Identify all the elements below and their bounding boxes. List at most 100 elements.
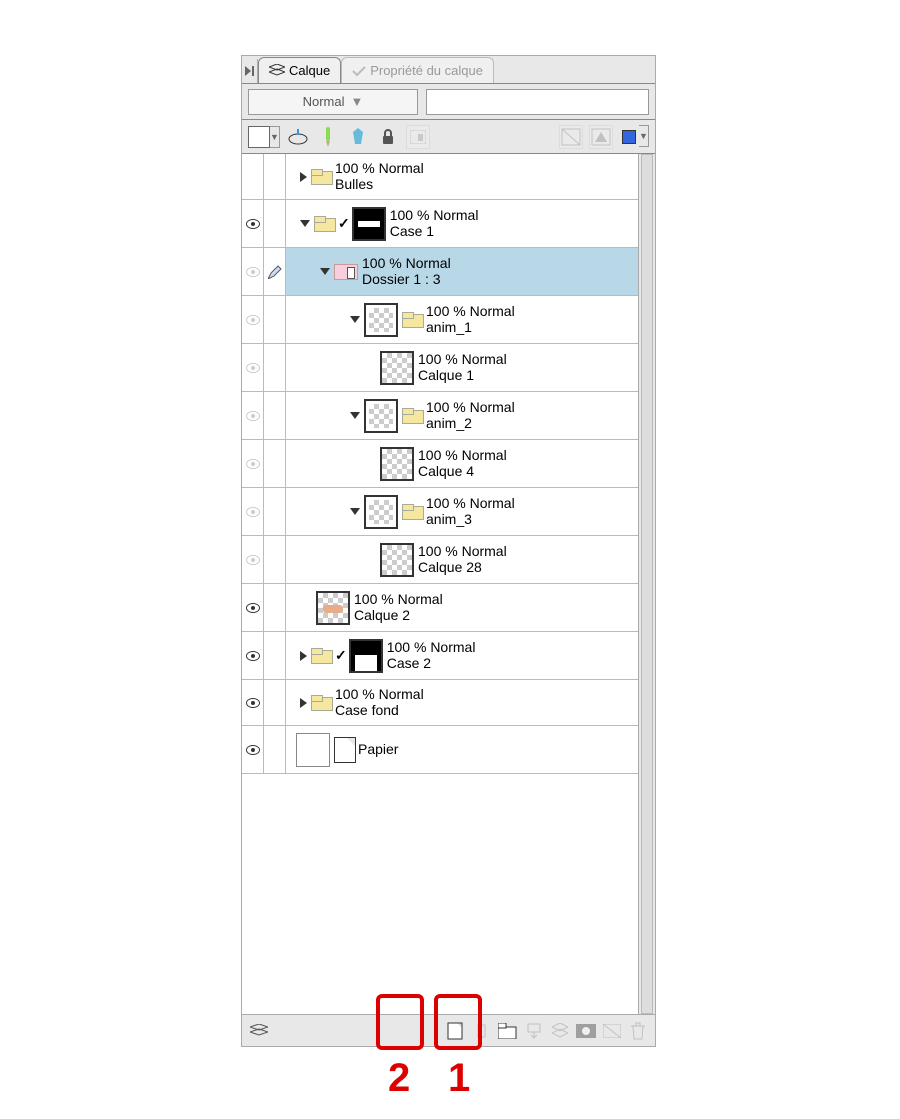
expand-icon[interactable] [300, 172, 307, 182]
delete-layer-button[interactable] [627, 1020, 649, 1042]
visibility-toggle[interactable] [242, 726, 264, 773]
layer-thumbnail [349, 639, 383, 673]
layer-opacity: 100 % Normal [335, 687, 424, 702]
transfer-down-button[interactable] [523, 1020, 545, 1042]
lock-toggle[interactable] [264, 488, 286, 535]
collapse-icon[interactable] [300, 220, 310, 227]
blend-mode-dropdown[interactable]: Normal ▼ [248, 89, 418, 115]
collapse-icon[interactable] [350, 508, 360, 515]
layer-row-casefond[interactable]: 100 % Normal Case fond [242, 680, 638, 726]
lock-toggle[interactable] [264, 680, 286, 725]
layer-name: Dossier 1 : 3 [362, 272, 451, 287]
lock-toggle[interactable] [264, 536, 286, 583]
eye-icon [246, 698, 260, 708]
clip-mask-icon[interactable] [286, 125, 310, 149]
visibility-toggle[interactable] [242, 296, 264, 343]
folder-icon [402, 504, 422, 520]
tab-inactive[interactable]: Propriété du calque [341, 57, 494, 83]
enable-mask-icon[interactable] [406, 125, 430, 149]
lock-toggle[interactable] [264, 154, 286, 199]
layer-thumbnail [380, 351, 414, 385]
layer-row-calque1[interactable]: 100 % Normal Calque 1 [242, 344, 638, 392]
lock-toggle[interactable] [264, 726, 286, 773]
scrollbar[interactable] [639, 154, 655, 1014]
folder-icon [402, 312, 422, 328]
create-mask-button[interactable] [575, 1020, 597, 1042]
collapse-icon[interactable] [350, 316, 360, 323]
layer-row-case1[interactable]: ✓ 100 % Normal Case 1 [242, 200, 638, 248]
layer-name: Case 1 [390, 224, 479, 239]
apply-mask-button[interactable] [601, 1020, 623, 1042]
folder-icon [314, 216, 334, 232]
visibility-toggle[interactable] [242, 584, 264, 631]
palette-color-swatch[interactable] [248, 126, 270, 148]
layer-thumbnail [352, 207, 386, 241]
layer-opacity: 100 % Normal [418, 352, 507, 367]
reference-layer-icon[interactable] [316, 125, 340, 149]
expand-icon[interactable] [300, 651, 307, 661]
draft-layer-icon[interactable] [346, 125, 370, 149]
visibility-toggle[interactable] [242, 440, 264, 487]
layers-stack-icon [269, 64, 285, 78]
layer-list[interactable]: 100 % Normal Bulles ✓ 100 % Normal [242, 154, 639, 1014]
visibility-toggle[interactable] [242, 248, 264, 295]
lock-toggle[interactable] [264, 584, 286, 631]
lock-toggle[interactable] [264, 200, 286, 247]
visibility-toggle[interactable] [242, 392, 264, 439]
layer-row-calque2[interactable]: 100 % Normal Calque 2 [242, 584, 638, 632]
merge-down-button[interactable] [549, 1020, 571, 1042]
eye-icon [246, 219, 260, 229]
apply-mask-icon[interactable] [589, 125, 613, 149]
eye-icon [246, 315, 260, 325]
lock-toggle[interactable] [264, 440, 286, 487]
layer-row-dossier1[interactable]: 100 % Normal Dossier 1 : 3 [242, 248, 638, 296]
animation-folder-icon [334, 264, 358, 280]
opacity-slider[interactable] [426, 89, 649, 115]
visibility-toggle[interactable] [242, 488, 264, 535]
layer-row-calque4[interactable]: 100 % Normal Calque 4 [242, 440, 638, 488]
lock-toggle[interactable] [264, 296, 286, 343]
expand-icon[interactable] [300, 698, 307, 708]
scrollbar-thumb[interactable] [641, 154, 653, 1014]
visibility-toggle[interactable] [242, 680, 264, 725]
tab-active[interactable]: Calque [258, 57, 341, 83]
layer-opacity: 100 % Normal [335, 161, 424, 176]
eye-icon [246, 603, 260, 613]
layer-opacity: 100 % Normal [426, 496, 515, 511]
layer-row-anim1[interactable]: 100 % Normal anim_1 [242, 296, 638, 344]
lock-toggle[interactable] [264, 344, 286, 391]
visibility-toggle[interactable] [242, 632, 264, 679]
new-folder-button[interactable] [497, 1020, 519, 1042]
layer-row-anim2[interactable]: 100 % Normal anim_2 [242, 392, 638, 440]
layer-thumbnail [380, 447, 414, 481]
layer-thumbnail [316, 591, 350, 625]
tab-active-label: Calque [289, 63, 330, 78]
layer-color-dropdown[interactable]: ▼ [639, 125, 649, 147]
layer-opacity: 100 % Normal [426, 400, 515, 415]
visibility-toggle[interactable] [242, 200, 264, 247]
collapse-icon[interactable] [320, 268, 330, 275]
layer-row-bulles[interactable]: 100 % Normal Bulles [242, 154, 638, 200]
ruler-icon[interactable] [559, 125, 583, 149]
lock-icon[interactable] [376, 125, 400, 149]
visibility-toggle[interactable] [242, 344, 264, 391]
lock-toggle[interactable] [264, 248, 286, 295]
layer-row-papier[interactable]: Papier [242, 726, 638, 774]
two-pane-icon[interactable] [248, 1020, 270, 1042]
visibility-toggle[interactable] [242, 154, 264, 199]
layer-row-case2[interactable]: ✓ 100 % Normal Case 2 [242, 632, 638, 680]
layer-thumbnail [364, 303, 398, 337]
layer-opacity: 100 % Normal [418, 448, 507, 463]
lock-toggle[interactable] [264, 632, 286, 679]
eye-icon [246, 651, 260, 661]
palette-dropdown-arrow[interactable]: ▼ [270, 126, 280, 148]
lock-toggle[interactable] [264, 392, 286, 439]
collapse-icon[interactable] [350, 412, 360, 419]
menu-chevron-icon [245, 66, 255, 76]
layer-row-anim3[interactable]: 100 % Normal anim_3 [242, 488, 638, 536]
panel-menu-handle[interactable] [242, 59, 258, 83]
layer-color-icon[interactable] [619, 125, 639, 149]
layer-row-calque28[interactable]: 100 % Normal Calque 28 [242, 536, 638, 584]
visibility-toggle[interactable] [242, 536, 264, 583]
checkmark-icon [352, 65, 366, 77]
